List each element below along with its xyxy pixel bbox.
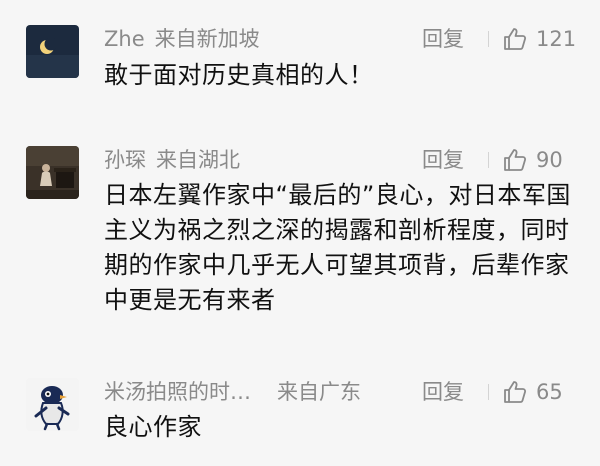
avatar[interactable] <box>26 25 79 78</box>
avatar[interactable] <box>26 378 79 431</box>
bird-mascot-icon <box>26 378 79 431</box>
like-count: 65 <box>536 380 563 404</box>
username[interactable]: 米汤拍照的时… <box>104 380 251 404</box>
reply-button[interactable]: 回复 <box>422 24 464 54</box>
divider <box>488 31 489 47</box>
divider <box>488 152 489 168</box>
comment-meta: 米汤拍照的时… 来自广东 <box>104 377 361 407</box>
comment-meta: 孙琛 来自湖北 <box>104 145 240 175</box>
pianist-photo-icon <box>26 146 79 199</box>
avatar[interactable] <box>26 146 79 199</box>
like-button[interactable]: 65 <box>502 377 563 407</box>
thumbs-up-icon <box>504 381 527 403</box>
reply-button[interactable]: 回复 <box>422 377 464 407</box>
crescent-moon-icon <box>26 25 79 78</box>
region-label: 来自新加坡 <box>154 27 260 51</box>
comment-meta: Zhe 来自新加坡 <box>104 24 260 54</box>
username[interactable]: 孙琛 <box>104 148 146 172</box>
reply-button[interactable]: 回复 <box>422 145 464 175</box>
divider <box>488 384 489 400</box>
like-count: 90 <box>536 148 563 172</box>
comment-text: 日本左翼作家中“最后的”良心，对日本军国主义为祸之烈之深的揭露和剖析程度，同时期… <box>104 181 571 314</box>
like-button[interactable]: 121 <box>502 24 576 54</box>
username[interactable]: Zhe <box>104 27 145 51</box>
region-label: 来自广东 <box>277 380 361 404</box>
thumbs-up-icon <box>504 28 527 50</box>
comment-text: 良心作家 <box>104 413 202 441</box>
region-label: 来自湖北 <box>156 148 240 172</box>
comment-text: 敢于面对历史真相的人！ <box>104 61 374 89</box>
like-button[interactable]: 90 <box>502 145 563 175</box>
thumbs-up-icon <box>504 149 527 171</box>
like-count: 121 <box>536 27 577 51</box>
